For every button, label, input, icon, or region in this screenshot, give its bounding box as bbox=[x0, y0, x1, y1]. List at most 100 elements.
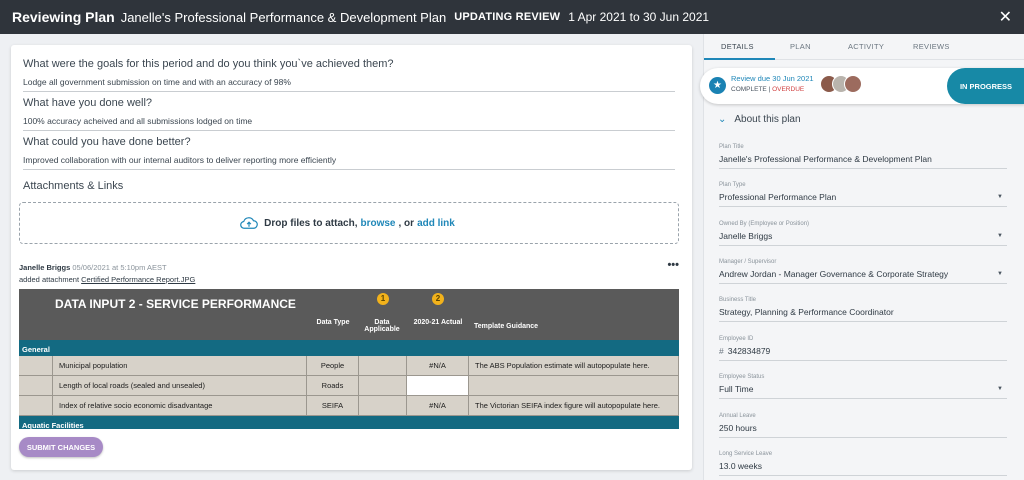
field-label: Owned By (Employee or Position) bbox=[719, 221, 810, 227]
more-options-icon[interactable]: ••• bbox=[667, 259, 679, 271]
activity-author: Janelle Briggs bbox=[19, 263, 71, 272]
long-service-leave-input[interactable]: 13.0 weeks bbox=[719, 461, 1007, 476]
field-label: Employee Status bbox=[719, 374, 765, 380]
business-title-input[interactable]: Strategy, Planning & Performance Coordin… bbox=[719, 307, 1007, 322]
employee-status-select[interactable]: Full Time ▼ bbox=[719, 384, 1007, 399]
question-done-better: What could you have done better? Improve… bbox=[23, 136, 675, 170]
activity-entry: Janelle Briggs 05/06/2021 at 5:10pm AEST… bbox=[19, 259, 679, 284]
col-guidance: Template Guidance bbox=[474, 323, 539, 330]
page-title: Reviewing Plan bbox=[12, 9, 115, 25]
field-label: Manager / Supervisor bbox=[719, 259, 777, 265]
submit-changes-button[interactable]: SUBMIT CHANGES bbox=[19, 437, 103, 457]
question-done-well: What have you done well? 100% accuracy a… bbox=[23, 97, 675, 131]
field-label: Plan Type bbox=[719, 182, 746, 188]
about-title: About this plan bbox=[734, 114, 801, 125]
field-owned-by: Owned By (Employee or Position) Janelle … bbox=[719, 221, 1007, 246]
dropzone-text: Drop files to attach, bbox=[264, 217, 358, 229]
field-plan-title: Plan Title Janelle's Professional Perfor… bbox=[719, 144, 1007, 169]
close-icon[interactable]: ✕ bbox=[999, 7, 1012, 27]
active-tab-indicator bbox=[704, 58, 775, 60]
question-label: What have you done well? bbox=[23, 97, 153, 109]
review-completion: COMPLETE | OVERDUE bbox=[731, 86, 804, 93]
row-type: SEIFA bbox=[307, 396, 359, 416]
col-data-applicable: Data Applicable bbox=[364, 319, 400, 333]
table-row: Municipal population People #N/A The ABS… bbox=[19, 356, 679, 376]
field-label: Annual Leave bbox=[719, 413, 756, 419]
field-label: Business Title bbox=[719, 297, 757, 303]
caret-down-icon: ▼ bbox=[997, 386, 1003, 392]
tab-activity[interactable]: ACTIVITY bbox=[848, 42, 884, 51]
row-label: Length of local roads (sealed and unseal… bbox=[53, 376, 307, 396]
details-panel: DETAILS PLAN ACTIVITY REVIEWS ★ Review d… bbox=[700, 34, 1024, 480]
activity-description: added attachment Certified Performance R… bbox=[19, 275, 679, 284]
cloud-upload-icon bbox=[240, 217, 258, 229]
answer-field[interactable]: Improved collaboration with our internal… bbox=[23, 155, 675, 170]
file-dropzone[interactable]: Drop files to attach, browse , or add li… bbox=[19, 202, 679, 244]
row-guidance: The ABS Population estimate will autopop… bbox=[469, 356, 679, 376]
field-value: Janelle's Professional Performance & Dev… bbox=[719, 154, 932, 164]
attachment-link[interactable]: Certified Performance Report.JPG bbox=[81, 275, 195, 284]
tab-plan[interactable]: PLAN bbox=[790, 42, 811, 51]
avatar[interactable] bbox=[844, 75, 862, 93]
row-actual bbox=[407, 376, 469, 396]
hash-icon: # bbox=[719, 346, 724, 356]
field-value: 13.0 weeks bbox=[719, 461, 762, 471]
add-link-link[interactable]: add link bbox=[417, 218, 455, 229]
annual-leave-input[interactable]: 250 hours bbox=[719, 423, 1007, 438]
plan-dates: 1 Apr 2021 to 30 Jun 2021 bbox=[568, 10, 710, 24]
field-label: Plan Title bbox=[719, 144, 744, 150]
row-guidance bbox=[469, 376, 679, 396]
manager-select[interactable]: Andrew Jordan - Manager Governance & Cor… bbox=[719, 269, 1007, 284]
col-actual: 2020-21 Actual bbox=[413, 319, 463, 326]
section-general: General bbox=[19, 340, 679, 356]
row-label: Municipal population bbox=[53, 356, 307, 376]
row-actual: #N/A bbox=[407, 356, 469, 376]
field-value: Janelle Briggs bbox=[719, 231, 773, 241]
field-value: Strategy, Planning & Performance Coordin… bbox=[719, 307, 894, 317]
field-value: Andrew Jordan - Manager Governance & Cor… bbox=[719, 269, 949, 279]
about-plan-toggle[interactable]: ⌄ About this plan bbox=[718, 114, 801, 125]
employee-id-input[interactable]: #342834879 bbox=[719, 346, 1007, 361]
row-actual: #N/A bbox=[407, 396, 469, 416]
badge-1: 1 bbox=[377, 293, 389, 305]
plan-title-input[interactable]: Janelle's Professional Performance & Dev… bbox=[719, 154, 1007, 169]
table-row: Length of local roads (sealed and unseal… bbox=[19, 376, 679, 396]
plan-type-select[interactable]: Professional Performance Plan ▼ bbox=[719, 192, 1007, 207]
panel-tabs: DETAILS PLAN ACTIVITY REVIEWS bbox=[704, 34, 1024, 60]
field-value: 250 hours bbox=[719, 423, 757, 433]
field-long-service-leave: Long Service Leave 13.0 weeks bbox=[719, 451, 1007, 476]
review-status-card: ★ Review due 30 Jun 2021 COMPLETE | OVER… bbox=[700, 68, 1024, 104]
attachment-preview: DATA INPUT 2 - SERVICE PERFORMANCE 1 2 D… bbox=[19, 289, 679, 429]
in-progress-button[interactable]: IN PROGRESS bbox=[947, 68, 1024, 104]
row-guidance: The Victorian SEIFA index figure will au… bbox=[469, 396, 679, 416]
top-bar: Reviewing Plan Janelle's Professional Pe… bbox=[0, 0, 1024, 34]
tab-details[interactable]: DETAILS bbox=[721, 42, 754, 51]
row-type: Roads bbox=[307, 376, 359, 396]
tab-reviews[interactable]: REVIEWS bbox=[913, 42, 950, 51]
dropzone-or: , or bbox=[398, 217, 415, 229]
chevron-down-icon: ⌄ bbox=[718, 114, 727, 125]
attachments-title: Attachments & Links bbox=[23, 180, 124, 192]
field-business-title: Business Title Strategy, Planning & Perf… bbox=[719, 297, 1007, 322]
field-value: 342834879 bbox=[727, 346, 771, 356]
field-value: Professional Performance Plan bbox=[719, 192, 837, 202]
field-label: Employee ID bbox=[719, 336, 754, 342]
review-card: What were the goals for this period and … bbox=[11, 45, 692, 470]
review-due-text: Review due 30 Jun 2021 bbox=[731, 74, 814, 83]
field-annual-leave: Annual Leave 250 hours bbox=[719, 413, 1007, 438]
browse-link[interactable]: browse bbox=[360, 218, 395, 229]
answer-field[interactable]: 100% accuracy acheived and all submissio… bbox=[23, 116, 675, 131]
field-value: Full Time bbox=[719, 384, 754, 394]
answer-field[interactable]: Lodge all government submission on time … bbox=[23, 77, 675, 92]
owned-by-select[interactable]: Janelle Briggs ▼ bbox=[719, 231, 1007, 246]
overdue-label: OVERDUE bbox=[772, 86, 805, 93]
section-aquatic: Aquatic Facilities bbox=[19, 416, 679, 429]
field-label: Long Service Leave bbox=[719, 451, 773, 457]
question-label: What were the goals for this period and … bbox=[23, 58, 394, 70]
field-plan-type: Plan Type Professional Performance Plan ▼ bbox=[719, 182, 1007, 207]
badge-2: 2 bbox=[432, 293, 444, 305]
activity-time: 05/06/2021 at 5:10pm AEST bbox=[72, 263, 167, 272]
row-type: People bbox=[307, 356, 359, 376]
question-label: What could you have done better? bbox=[23, 136, 191, 148]
star-icon: ★ bbox=[709, 77, 726, 94]
